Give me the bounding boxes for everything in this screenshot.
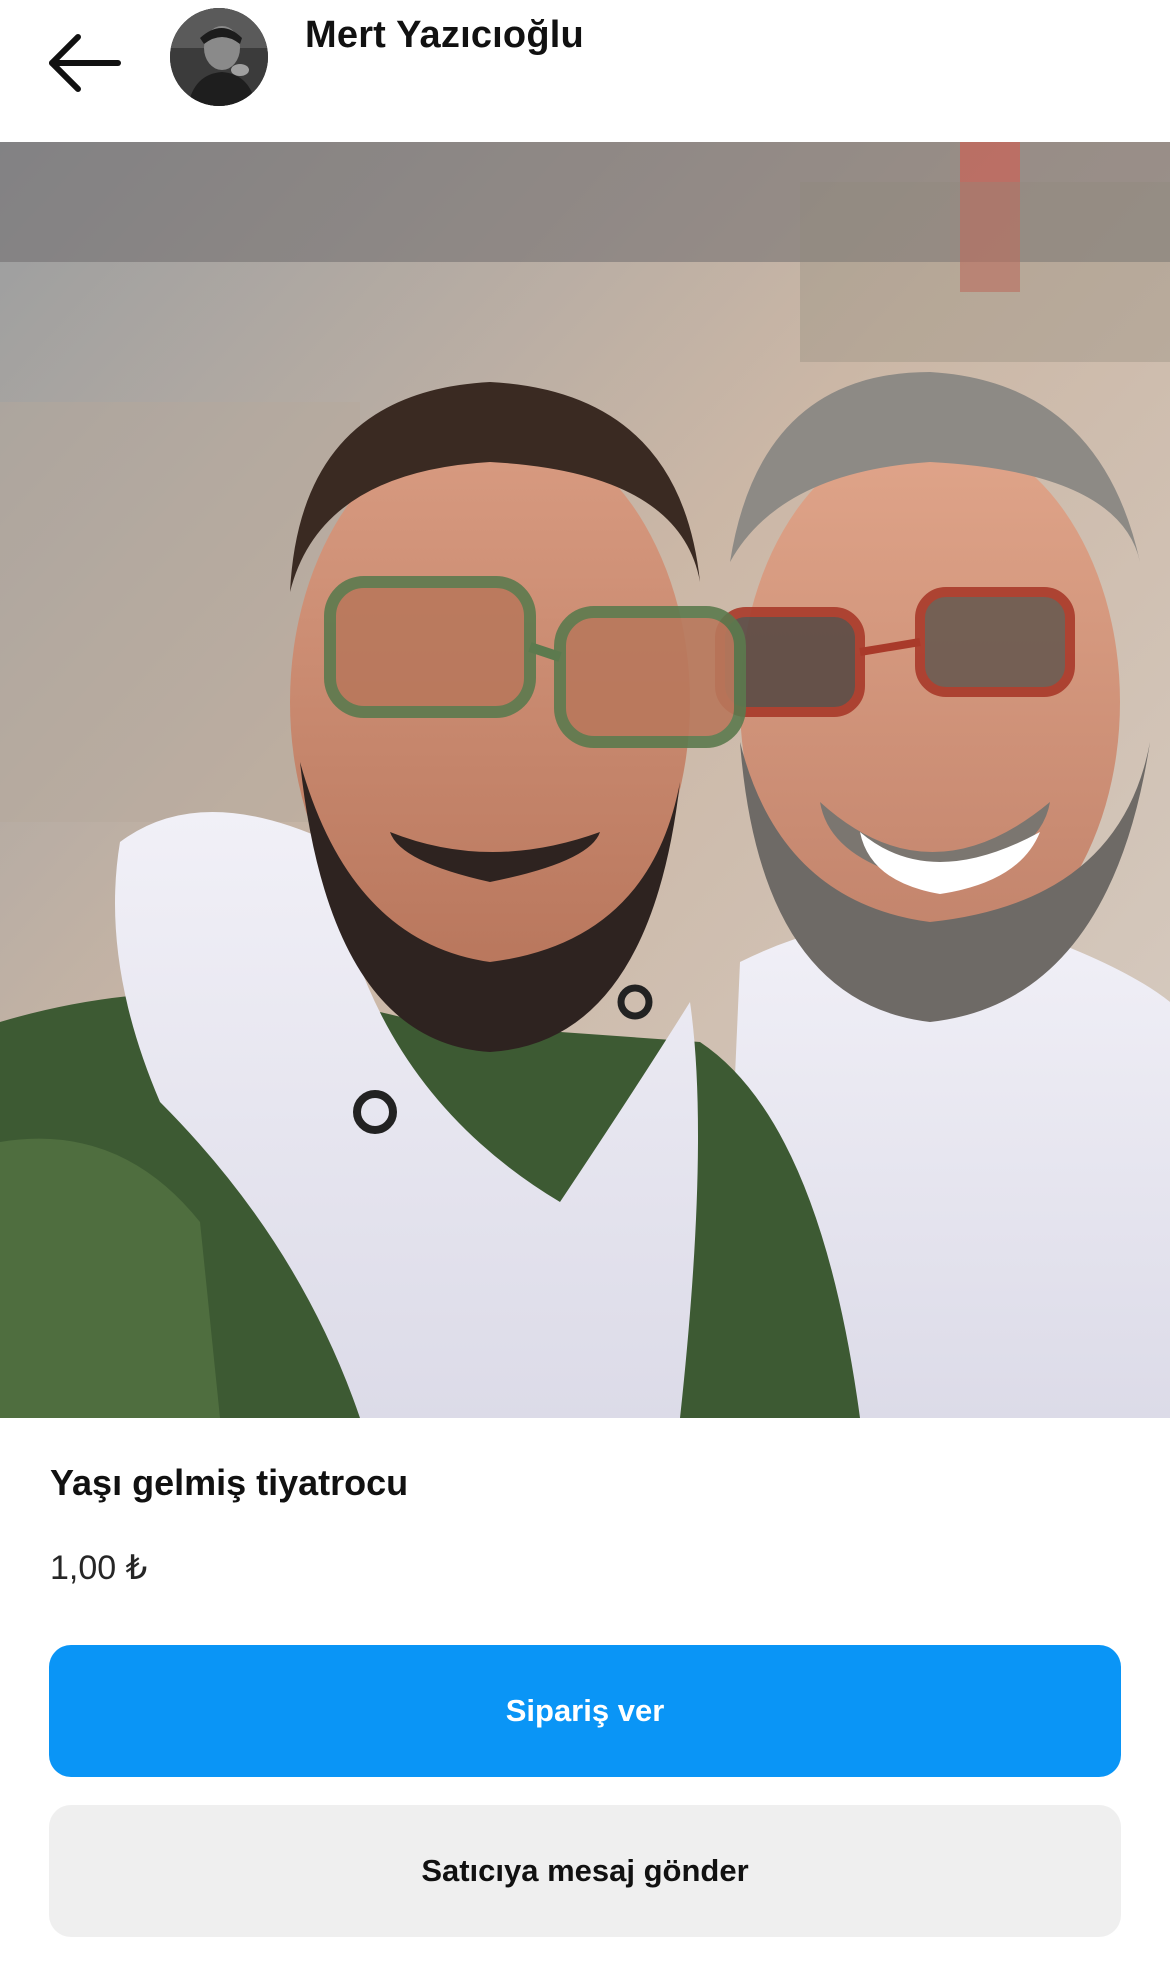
- seller-name[interactable]: Mert Yazıcıoğlu: [305, 14, 584, 57]
- message-seller-button[interactable]: Satıcıya mesaj gönder: [49, 1805, 1121, 1937]
- product-title: Yaşı gelmiş tiyatrocu: [50, 1462, 409, 1503]
- seller-avatar[interactable]: [170, 8, 268, 106]
- order-button[interactable]: Sipariş ver: [49, 1645, 1121, 1777]
- product-image[interactable]: [0, 142, 1170, 1418]
- product-price: 1,00 ₺: [50, 1549, 148, 1587]
- product-screen: Mert Yazıcıoğlu Yaşı gelmiş tiyatrocu 1,…: [0, 0, 1170, 1969]
- back-button[interactable]: [46, 30, 126, 96]
- arrow-left-icon: [49, 34, 121, 92]
- header: Mert Yazıcıoğlu: [0, 0, 1170, 142]
